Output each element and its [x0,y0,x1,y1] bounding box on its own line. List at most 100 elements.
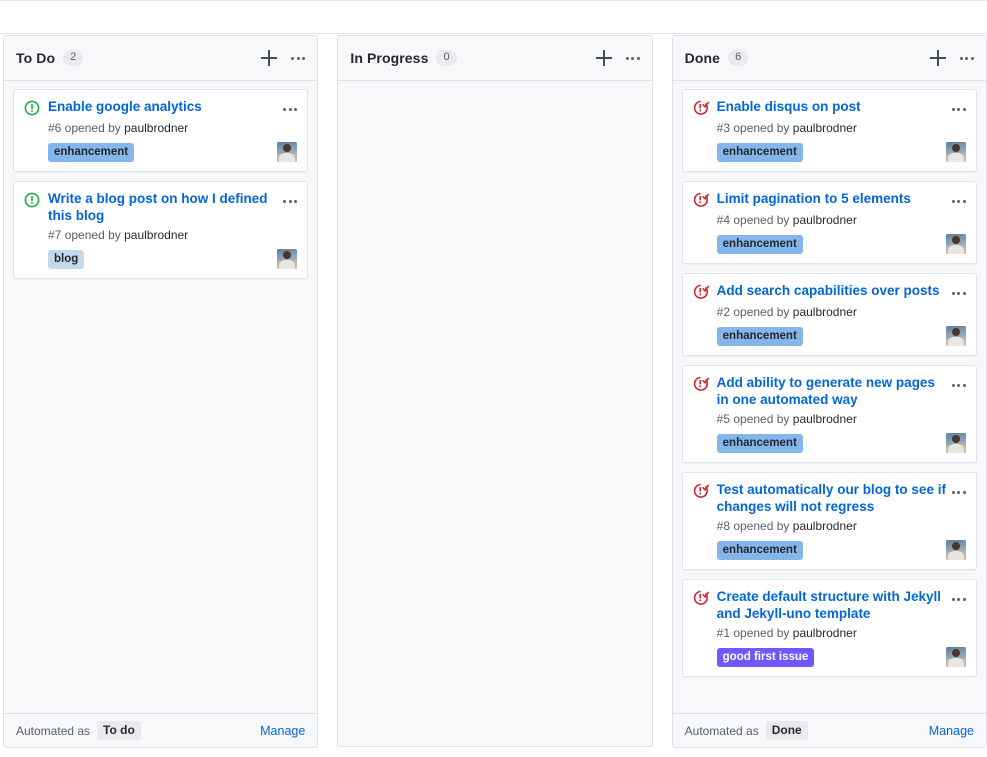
avatar-body [947,658,964,667]
add-card-plus-icon[interactable] [595,50,612,66]
column-header-done: Done 6 [672,36,986,81]
project-board: To Do 2 Enable google analytics #6 opened b… [0,35,987,757]
issue-card[interactable]: Enable disqus on post #3 opened by paulbr… [681,89,977,172]
automated-as-label: Automated as [684,723,759,738]
card-kebab-wrap [283,101,298,117]
issue-opened-text: opened by [733,305,790,319]
card-kebab-menu-icon[interactable] [951,285,966,301]
issue-card[interactable]: Test automatically our blog to see if ch… [681,472,977,570]
dot [288,199,292,203]
board-column-done: Done 6 Enable disqus on post #3 opened by p… [671,35,987,748]
issue-label[interactable]: enhancement [716,142,803,162]
assignee-avatar [945,433,966,453]
assignee-avatar [277,249,298,269]
card-kebab-menu-icon[interactable] [951,101,966,117]
issue-closed-icon [693,483,709,499]
assignee-avatar [945,540,966,560]
issue-label[interactable]: blog [48,249,85,269]
card-kebab-menu-icon[interactable] [283,101,298,117]
column-body-inprogress[interactable] [338,81,651,746]
dot [951,199,955,203]
issue-card[interactable]: Add ability to generate new pages in one… [681,365,977,463]
dot [965,56,969,60]
card-footer: enhancement [716,326,966,346]
card-header: Test automatically our blog to see if ch… [693,481,966,515]
issue-label[interactable]: enhancement [716,433,803,453]
add-card-plus-icon[interactable] [929,50,946,66]
issue-label[interactable]: enhancement [716,540,803,560]
avatar-body [947,551,964,560]
issue-opened-text: opened by [733,412,790,426]
issue-number: #7 [48,228,62,242]
page-top-bar [0,0,987,34]
issue-author: paulbrodner [124,228,189,242]
card-kebab-menu-icon[interactable] [951,591,966,607]
dot [296,56,300,60]
column-kebab-menu-icon[interactable] [625,50,640,66]
manage-automation-link[interactable]: Manage [260,724,305,738]
dot [288,107,292,111]
issue-meta: #5 opened by paulbrodner [717,411,966,427]
add-card-plus-icon[interactable] [261,50,278,66]
manage-automation-link[interactable]: Manage [929,724,974,738]
column-card-count: 0 [436,50,457,66]
issue-meta: #2 opened by paulbrodner [717,304,966,320]
issue-number: #5 [716,412,731,426]
card-footer: enhancement [716,234,966,254]
issue-title-link[interactable]: Add ability to generate new pages in one… [717,374,950,408]
column-kebab-menu-icon[interactable] [959,50,974,66]
card-header: Enable disqus on post [693,98,966,117]
issue-number: #6 [48,121,62,135]
board-column-todo: To Do 2 Enable google analytics #6 opened b… [3,35,319,748]
assignee-avatar [277,142,298,162]
column-body-todo[interactable]: Enable google analytics #6 opened by paul… [4,81,317,713]
card-header: Add ability to generate new pages in one… [693,374,966,408]
issue-card[interactable]: Create default structure with Jekyll and… [681,579,977,677]
issue-number: #3 [716,121,731,135]
column-title: In Progress [350,50,429,66]
card-footer: good first issue [716,647,966,667]
card-kebab-menu-icon[interactable] [283,193,298,209]
issue-card[interactable]: Limit pagination to 5 elements #4 opened … [681,181,977,264]
issue-label[interactable]: enhancement [716,326,803,346]
issue-card[interactable]: Add search capabilities over posts #2 ope… [681,273,977,356]
issue-meta: #4 opened by paulbrodner [717,212,966,228]
card-kebab-menu-icon[interactable] [951,193,966,209]
issue-title-link[interactable]: Test automatically our blog to see if ch… [717,481,950,515]
issue-meta: #8 opened by paulbrodner [717,518,966,534]
issue-opened-text: opened by [733,519,790,533]
issue-card[interactable]: Write a blog post on how I defined this … [13,181,309,279]
card-kebab-menu-icon[interactable] [951,377,966,393]
dot [951,383,955,387]
column-header-actions [595,50,640,66]
board-column-inprogress: In Progress 0 [337,35,653,747]
issue-title-link[interactable]: Create default structure with Jekyll and… [717,588,950,622]
issue-title-link[interactable]: Add search capabilities over posts [717,282,950,299]
issue-label[interactable]: good first issue [716,647,815,667]
dot [970,56,974,60]
issue-label[interactable]: enhancement [48,142,135,162]
card-header: Add search capabilities over posts [693,282,966,301]
card-kebab-menu-icon[interactable] [951,484,966,500]
issue-title-link[interactable]: Write a blog post on how I defined this … [48,190,281,224]
issue-closed-icon [693,284,709,300]
issue-title-link[interactable]: Enable disqus on post [717,98,950,115]
issue-title-link[interactable]: Limit pagination to 5 elements [717,190,950,207]
card-kebab-wrap [951,591,966,607]
card-kebab-wrap [951,484,966,500]
column-body-done[interactable]: Enable disqus on post #3 opened by paulbr… [673,81,986,713]
issue-label[interactable]: enhancement [716,234,803,254]
issue-title-link[interactable]: Enable google analytics [48,98,281,115]
dot [959,56,963,60]
card-footer: enhancement [716,540,966,560]
avatar-body [947,153,964,162]
issue-opened-text: opened by [733,121,790,135]
issue-author: paulbrodner [792,412,857,426]
dot [951,107,955,111]
card-header: Enable google analytics [24,98,298,117]
assignee-avatar [945,326,966,346]
issue-card[interactable]: Enable google analytics #6 opened by paul… [13,89,309,172]
column-kebab-menu-icon[interactable] [291,50,306,66]
card-kebab-wrap [951,193,966,209]
issue-meta: #7 opened by paulbrodner [48,227,297,243]
